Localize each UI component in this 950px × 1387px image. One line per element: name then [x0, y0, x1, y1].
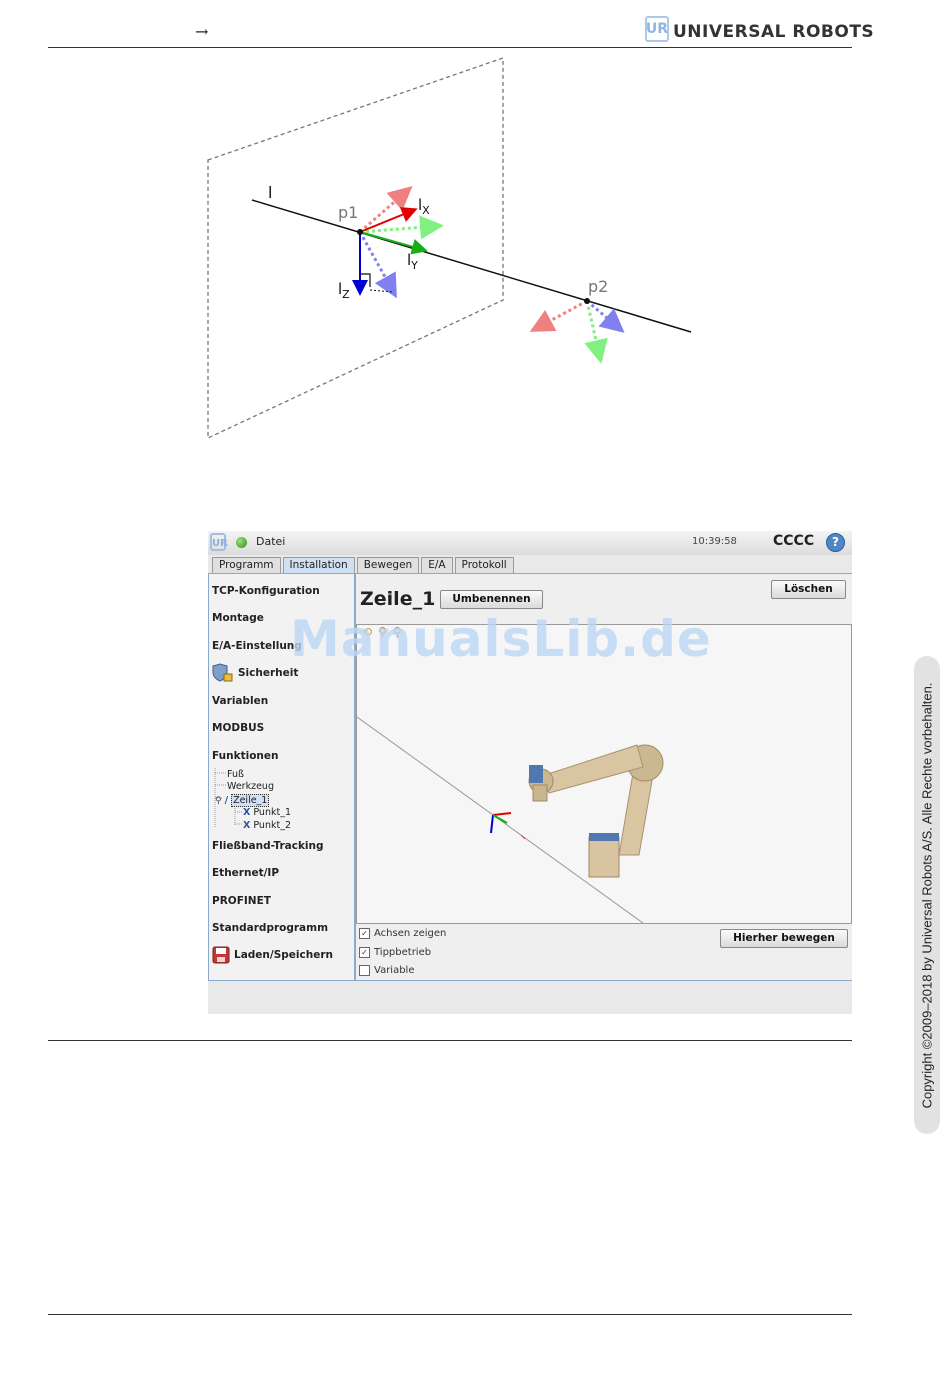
p2-point [584, 298, 590, 304]
tab-io[interactable]: E/A [421, 557, 453, 573]
main-tabs: Programm Installation Bewegen E/A Protok… [212, 557, 516, 573]
tab-program[interactable]: Programm [212, 557, 281, 573]
robot-scene [356, 716, 664, 924]
checkbox-icon[interactable] [359, 965, 370, 976]
tree-item-point-1[interactable]: X Punkt_1 [243, 807, 291, 818]
p1-point [357, 229, 363, 235]
point-icon: X [243, 807, 251, 818]
line-feature-diagram: l p1 p2 lX lY lZ [207, 57, 692, 440]
tree-item-tool[interactable]: Werkzeug [227, 781, 274, 792]
checkbox-icon[interactable]: ✓ [359, 947, 370, 958]
tree-item-line[interactable]: ⚲ / Zeile_1 [215, 794, 270, 807]
line-feature-icon: / [224, 795, 229, 806]
ly-label: lY [407, 251, 418, 272]
p2-label: p2 [588, 277, 608, 296]
robot-name: CCCC [773, 533, 815, 549]
plane-outline [207, 57, 504, 440]
sidebar-item-conveyor-tracking[interactable]: Fließband-Tracking [212, 840, 324, 852]
copyright-tab: Copyright ©2009–2018 by Universal Robots… [914, 656, 940, 1134]
variable-checkbox[interactable]: Variable [359, 965, 415, 976]
tab-move[interactable]: Bewegen [356, 557, 420, 573]
p1-x-dotted [359, 186, 413, 234]
robot-status-icon [236, 537, 247, 548]
p1-label: p1 [338, 203, 358, 222]
sidebar-item-mounting[interactable]: Montage [212, 612, 264, 624]
show-axes-checkbox[interactable]: ✓ Achsen zeigen [359, 928, 446, 939]
move-here-button[interactable]: Hierher bewegen [720, 929, 848, 948]
point-icon: X [243, 820, 251, 831]
lz-label: lZ [338, 280, 350, 301]
sidebar-item-profinet[interactable]: PROFINET [212, 895, 271, 907]
sidebar-item-features[interactable]: Funktionen [212, 750, 279, 762]
sidebar-item-default-program[interactable]: Standardprogramm [212, 922, 328, 934]
checkbox-icon[interactable]: ✓ [359, 928, 370, 939]
p1-lx-arrow [359, 207, 418, 233]
delete-button[interactable]: Löschen [771, 580, 846, 599]
polyscope-screenshot: UR Datei 10:39:58 CCCC ? Programm Instal… [208, 531, 852, 1014]
floppy-disk-icon [212, 946, 230, 964]
watermark: ManualsLib.de [290, 610, 712, 668]
sidebar-item-modbus[interactable]: MODBUS [212, 722, 264, 734]
ur-logo-icon[interactable]: UR [210, 533, 228, 551]
feature-title: Zeile_1 [360, 588, 436, 610]
tab-installation[interactable]: Installation [282, 557, 355, 573]
sidebar-item-load-save[interactable]: Laden/Speichern [212, 946, 333, 964]
rename-button[interactable]: Umbenennen [440, 590, 543, 609]
section-rule [48, 1040, 852, 1041]
line-l-label: l [268, 183, 272, 202]
tree-item-base[interactable]: Fuß [227, 769, 244, 780]
file-menu[interactable]: Datei [256, 535, 285, 548]
line-l [251, 199, 692, 333]
sidebar-item-safety[interactable]: Sicherheit [212, 663, 298, 683]
help-icon[interactable]: ? [826, 533, 845, 552]
shield-lock-icon [212, 663, 233, 682]
expand-icon[interactable]: ⚲ [215, 796, 222, 806]
sidebar-item-tcp[interactable]: TCP-Konfiguration [212, 585, 320, 597]
lx-label: lX [418, 196, 430, 217]
clock: 10:39:58 [692, 536, 737, 547]
copyright-text: Copyright ©2009–2018 by Universal Robots… [919, 682, 935, 1108]
3d-viewport[interactable]: ⟲ ⚲ ⚲ [356, 624, 852, 924]
right-angle-mark [360, 273, 371, 287]
tab-log[interactable]: Protokoll [454, 557, 514, 573]
jog-checkbox[interactable]: ✓ Tippbetrieb [359, 947, 431, 958]
p2-x-dotted [529, 299, 588, 332]
top-bar: UR Datei 10:39:58 CCCC ? [208, 531, 852, 555]
tree-item-point-2[interactable]: X Punkt_2 [243, 820, 291, 831]
sidebar-item-ethernet-ip[interactable]: Ethernet/IP [212, 867, 279, 879]
footer-rule [48, 1314, 852, 1315]
sidebar-item-variables[interactable]: Variablen [212, 695, 268, 707]
